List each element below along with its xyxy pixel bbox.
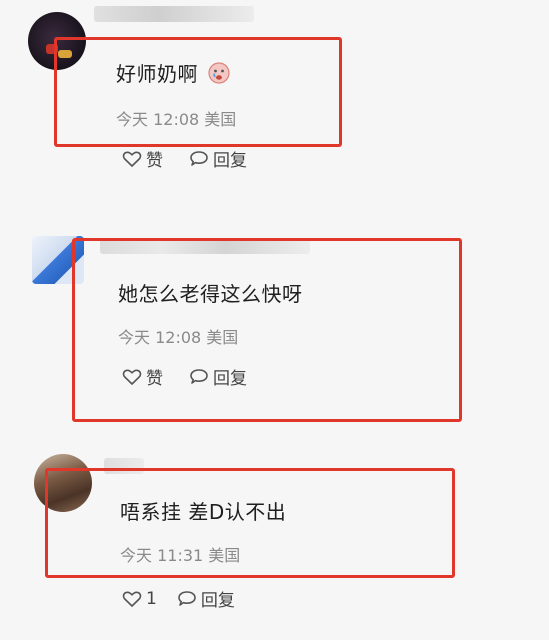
highlight-box: [54, 37, 342, 147]
heart-icon: [122, 150, 142, 167]
reply-label: 回复: [200, 591, 235, 611]
reply-button[interactable]: 回复: [177, 586, 235, 611]
comment-item: 唔系挂 差D认不出 今天 11:31 美国 1 回复: [0, 440, 549, 640]
reply-bubble-icon: [190, 150, 208, 166]
username-blurred[interactable]: [94, 6, 254, 22]
comment-actions: 1 回复: [122, 586, 261, 611]
comment-item: 好师奶啊 今天 12:08 美国 赞 回复: [0, 0, 549, 200]
like-button[interactable]: 1: [122, 589, 157, 609]
highlight-box: [72, 238, 462, 422]
like-label: 赞: [146, 151, 163, 171]
highlight-box: [45, 468, 455, 578]
comment-actions: 赞 回复: [122, 146, 273, 171]
heart-icon: [122, 590, 142, 607]
like-button[interactable]: 赞: [122, 146, 163, 171]
reply-label: 回复: [213, 151, 247, 171]
comment-item: 她怎么老得这么快呀 今天 12:08 美国 赞 回复: [0, 200, 549, 440]
like-count: 1: [146, 588, 157, 609]
reply-bubble-icon: [178, 590, 196, 606]
reply-button[interactable]: 回复: [189, 146, 247, 171]
